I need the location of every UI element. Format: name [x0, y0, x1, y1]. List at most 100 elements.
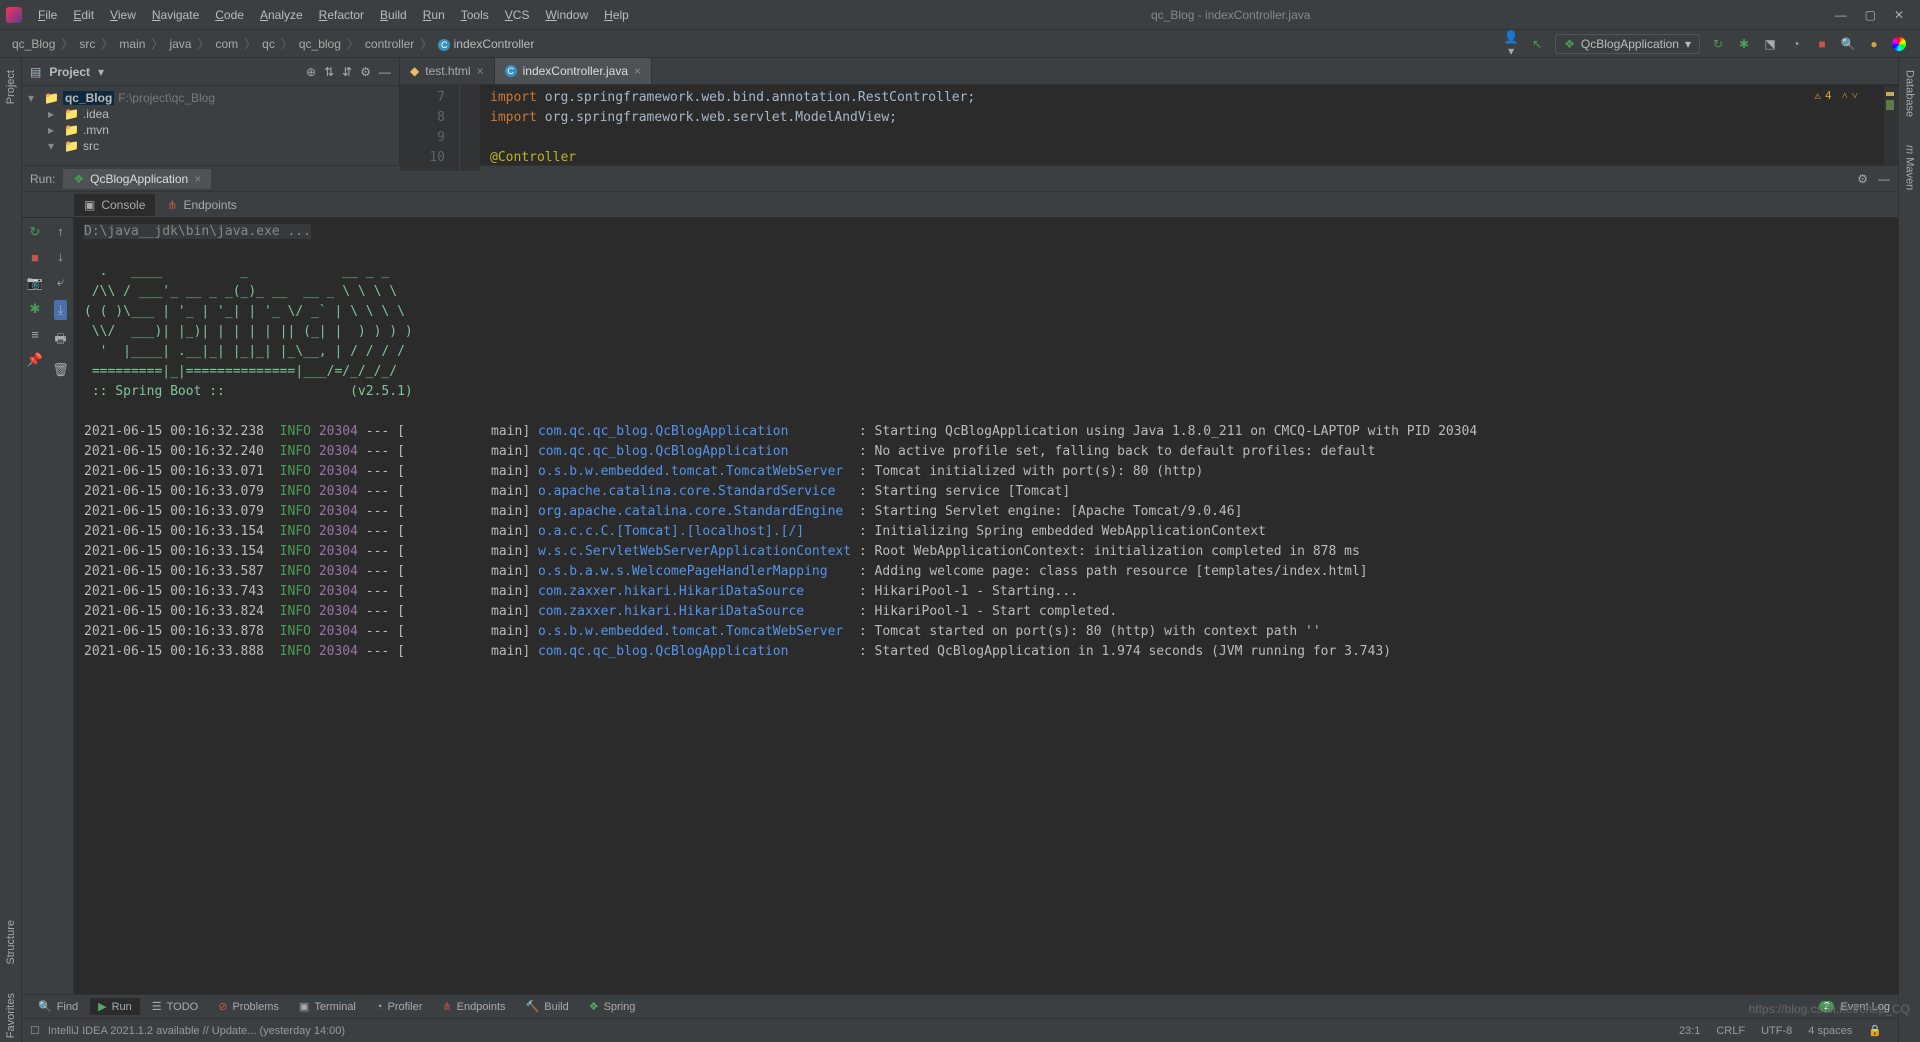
- sidebar-tab-structure[interactable]: Structure: [3, 916, 19, 969]
- project-icon: ▤: [30, 65, 41, 79]
- profiler-icon: ◔: [376, 1001, 383, 1013]
- watermark: https://blog.csdn.net/chirp_CQ: [1749, 1002, 1910, 1016]
- caret-position[interactable]: 23:1: [1671, 1025, 1708, 1037]
- tab-find[interactable]: 🔍Find: [30, 998, 86, 1015]
- breadcrumb-item[interactable]: com: [211, 35, 242, 53]
- editor-content[interactable]: 78910 import org.springframework.web.bin…: [400, 85, 1898, 171]
- collapse-icon[interactable]: ⇵: [342, 65, 352, 79]
- menu-analyze[interactable]: Analyze: [252, 4, 311, 26]
- tree-node: ▸📁.idea: [28, 106, 393, 122]
- close-icon[interactable]: ×: [477, 64, 484, 78]
- search-icon[interactable]: 🔍: [1840, 37, 1856, 51]
- back-arrow-icon[interactable]: ↖: [1529, 37, 1545, 51]
- breadcrumb-item[interactable]: src: [75, 35, 99, 53]
- hide-icon[interactable]: —: [379, 65, 391, 79]
- menu-navigate[interactable]: Navigate: [144, 4, 207, 26]
- gear-icon[interactable]: ⚙: [360, 65, 371, 79]
- menu-refactor[interactable]: Refactor: [311, 4, 372, 26]
- inspection-badge[interactable]: ⚠ 4 ˄ ˅: [1814, 89, 1858, 102]
- down-arrow-icon[interactable]: ↓: [57, 249, 64, 264]
- run-tab[interactable]: ❖ QcBlogApplication ×: [63, 169, 211, 189]
- debug-icon[interactable]: ✱: [1736, 37, 1752, 51]
- line-ending[interactable]: CRLF: [1708, 1025, 1753, 1037]
- breadcrumb-item[interactable]: qc_blog: [295, 35, 345, 53]
- chevron-down-icon[interactable]: ˅: [1852, 89, 1858, 102]
- tab-build[interactable]: 🔨Build: [518, 998, 577, 1015]
- console-output[interactable]: D:\java__jdk\bin\java.exe ... . ____ _ _…: [74, 218, 1898, 994]
- stop-icon[interactable]: ■: [31, 250, 39, 265]
- breadcrumb-item[interactable]: controller: [361, 35, 418, 53]
- menu-build[interactable]: Build: [372, 4, 415, 26]
- window-controls: — ▢ ✕: [1825, 8, 1914, 22]
- camera-icon[interactable]: 📷: [27, 275, 43, 291]
- menu-tools[interactable]: Tools: [453, 4, 497, 26]
- chevron-down-icon[interactable]: ▾: [98, 65, 104, 79]
- soft-wrap-icon[interactable]: ⤶: [57, 274, 64, 290]
- run-icon[interactable]: ↻: [1710, 37, 1726, 51]
- scroll-to-end-icon[interactable]: ⤓: [54, 300, 68, 320]
- lock-icon[interactable]: 🔒: [1860, 1024, 1890, 1037]
- breadcrumb-item[interactable]: main: [115, 35, 149, 53]
- sidebar-tab-favorites[interactable]: Favorites: [3, 989, 19, 1042]
- editor-tabs: ◆test.html×CindexController.java×: [400, 58, 1898, 85]
- menu-edit[interactable]: Edit: [65, 4, 102, 26]
- maximize-icon[interactable]: ▢: [1865, 8, 1876, 22]
- project-panel-header: ▤ Project ▾ ⊕ ⇅ ⇵ ⚙ —: [22, 58, 399, 86]
- tab-profiler[interactable]: ◔Profiler: [368, 999, 431, 1015]
- tab-terminal[interactable]: ▣Terminal: [291, 998, 364, 1015]
- menu-run[interactable]: Run: [415, 4, 453, 26]
- editor-tab[interactable]: ◆test.html×: [400, 58, 495, 84]
- tab-todo[interactable]: ☰TODO: [144, 998, 206, 1015]
- tab-endpoints[interactable]: ⋔Endpoints: [434, 998, 513, 1015]
- close-icon[interactable]: ×: [634, 64, 641, 78]
- coverage-icon[interactable]: ⬔: [1762, 37, 1778, 51]
- expand-icon[interactable]: ⇅: [324, 65, 334, 79]
- target-icon[interactable]: ⊕: [306, 65, 316, 79]
- minimize-icon[interactable]: —: [1835, 8, 1847, 22]
- profile-icon[interactable]: ◔: [1788, 37, 1804, 51]
- tab-problems[interactable]: ⊘Problems: [210, 998, 287, 1015]
- endpoints-tab[interactable]: ⋔ Endpoints: [157, 194, 246, 216]
- editor-tab[interactable]: CindexController.java×: [495, 58, 652, 84]
- menu-file[interactable]: File: [30, 4, 65, 26]
- menu-help[interactable]: Help: [596, 4, 637, 26]
- encoding[interactable]: UTF-8: [1753, 1025, 1800, 1037]
- menu-window[interactable]: Window: [537, 4, 596, 26]
- error-stripe[interactable]: [1884, 86, 1898, 165]
- trash-icon[interactable]: 🗑: [52, 362, 69, 378]
- sidebar-tab-database[interactable]: Database: [1902, 66, 1918, 121]
- print-icon[interactable]: 🖶: [54, 330, 66, 352]
- bug-icon[interactable]: ✱: [30, 301, 41, 317]
- project-tree[interactable]: ▾📁 qc_Blog F:\project\qc_Blog ▸📁.idea ▸📁…: [22, 86, 399, 158]
- sidebar-tab-maven[interactable]: m Maven: [1902, 141, 1918, 194]
- rerun-icon[interactable]: ↻: [30, 224, 41, 240]
- chevron-up-icon[interactable]: ˄: [1842, 89, 1848, 102]
- close-icon[interactable]: ×: [194, 172, 201, 186]
- code-area[interactable]: import org.springframework.web.bind.anno…: [480, 85, 985, 171]
- sidebar-tab-project[interactable]: Project: [3, 66, 19, 108]
- close-icon[interactable]: ✕: [1894, 8, 1904, 22]
- code-with-me-icon[interactable]: [1892, 37, 1906, 51]
- breadcrumb-item[interactable]: C indexController: [434, 35, 538, 53]
- indent[interactable]: 4 spaces: [1800, 1025, 1860, 1037]
- console-tab[interactable]: ▣ Console: [74, 194, 155, 216]
- up-arrow-icon[interactable]: ↑: [57, 224, 64, 239]
- run-config-selector[interactable]: ❖ QcBlogApplication ▾: [1555, 34, 1700, 54]
- pin-icon[interactable]: 📌: [27, 352, 43, 368]
- gear-icon[interactable]: ⚙: [1857, 172, 1868, 186]
- user-icon[interactable]: 👤▾: [1503, 30, 1519, 58]
- run-tool-column-2: ↑ ↓ ⤶ ⤓ 🖶 🗑: [48, 218, 74, 994]
- breadcrumb-item[interactable]: qc_Blog: [8, 35, 59, 53]
- line-numbers: 78910: [400, 85, 460, 171]
- menu-vcs[interactable]: VCS: [497, 4, 538, 26]
- tab-spring[interactable]: ❖Spring: [581, 998, 644, 1015]
- hide-icon[interactable]: —: [1878, 172, 1890, 186]
- status-hint-icon[interactable]: ☐: [30, 1024, 40, 1037]
- breadcrumb-item[interactable]: java: [165, 35, 195, 53]
- tab-run[interactable]: ▶Run: [90, 998, 140, 1015]
- ide-status-icon[interactable]: ●: [1866, 37, 1882, 51]
- breadcrumb-item[interactable]: qc: [258, 35, 279, 53]
- stop-icon[interactable]: ■: [1814, 37, 1830, 51]
- menu-view[interactable]: View: [102, 4, 144, 26]
- menu-code[interactable]: Code: [207, 4, 252, 26]
